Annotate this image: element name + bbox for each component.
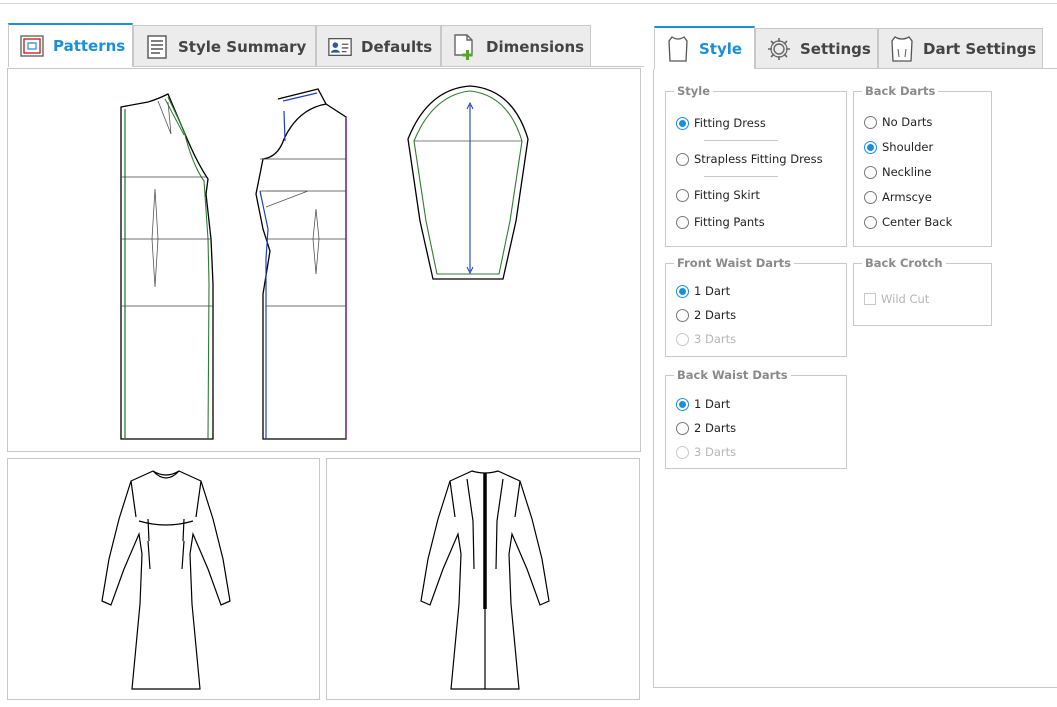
tab-style-summary[interactable]: Style Summary	[133, 25, 316, 67]
radio-button[interactable]	[676, 215, 689, 229]
radio-no-darts[interactable]: No Darts	[864, 115, 932, 129]
option-label: 3 Darts	[694, 332, 737, 346]
back-waist-darts-group: Back Waist Darts 1 Dart 2 Darts 3 Darts	[665, 368, 847, 469]
radio-neckline[interactable]: Neckline	[864, 165, 931, 179]
patterns-icon	[19, 33, 45, 59]
radio-button[interactable]	[676, 284, 689, 298]
gear-icon	[766, 36, 792, 62]
back-waist-darts-group-title: Back Waist Darts	[674, 368, 791, 382]
checkbox	[864, 293, 876, 305]
radio-front-1-dart[interactable]: 1 Dart	[676, 284, 730, 298]
back-view-panel[interactable]	[326, 458, 640, 700]
radio-button[interactable]	[864, 215, 877, 229]
radio-front-2-darts[interactable]: 2 Darts	[676, 308, 736, 322]
option-label: No Darts	[882, 115, 933, 129]
tab-label: Style	[699, 40, 743, 58]
radio-back-3-darts: 3 Darts	[676, 445, 736, 459]
user-card-icon	[327, 34, 353, 60]
radio-fitting-dress[interactable]: Fitting Dress	[676, 116, 766, 130]
tab-style[interactable]: Style	[654, 26, 755, 70]
option-label: Fitting Pants	[694, 215, 765, 229]
radio-button[interactable]	[676, 421, 689, 435]
radio-button[interactable]	[676, 397, 689, 411]
back-dress-sketch	[420, 470, 550, 690]
tab-label: Dimensions	[486, 37, 585, 56]
tab-label: Settings	[800, 40, 871, 58]
front-dress-sketch	[101, 470, 231, 690]
front-pattern-piece	[120, 93, 214, 440]
radio-strapless-fitting-dress[interactable]: Strapless Fitting Dress	[676, 152, 823, 166]
add-document-icon	[452, 33, 478, 60]
back-crotch-group-title: Back Crotch	[862, 256, 946, 270]
tab-label: Defaults	[361, 37, 433, 56]
radio-button[interactable]	[676, 116, 689, 130]
option-label: 1 Dart	[694, 397, 731, 411]
pattern-canvas[interactable]	[7, 68, 641, 452]
option-label: Fitting Dress	[694, 116, 766, 130]
tab-settings[interactable]: Settings	[755, 28, 878, 69]
top-divider	[0, 3, 1057, 4]
tab-label: Patterns	[53, 37, 126, 55]
radio-button[interactable]	[864, 140, 877, 154]
pattern-pieces	[120, 85, 529, 440]
radio-button[interactable]	[676, 308, 689, 322]
radio-button[interactable]	[864, 165, 877, 179]
shirt-icon	[665, 36, 691, 62]
option-label: Center Back	[882, 215, 953, 229]
radio-button[interactable]	[676, 188, 689, 202]
radio-button[interactable]	[864, 190, 877, 204]
tab-dart-settings[interactable]: Dart Settings	[878, 28, 1043, 69]
radio-back-1-dart[interactable]: 1 Dart	[676, 397, 730, 411]
option-label: Wild Cut	[881, 292, 930, 306]
back-darts-group-title: Back Darts	[862, 84, 939, 98]
radio-back-2-darts[interactable]: 2 Darts	[676, 421, 736, 435]
radio-center-back[interactable]: Center Back	[864, 215, 952, 229]
radio-button	[676, 445, 689, 459]
radio-front-3-darts: 3 Darts	[676, 332, 736, 346]
checkbox-wild-cut: Wild Cut	[864, 292, 929, 306]
option-label: Strapless Fitting Dress	[694, 152, 823, 166]
style-settings-panel: Style Fitting Dress Strapless Fitting Dr…	[653, 69, 1057, 688]
tab-defaults[interactable]: Defaults	[316, 25, 441, 67]
back-darts-group: Back Darts No Darts Shoulder Neckline Ar…	[853, 84, 992, 247]
radio-armscye[interactable]: Armscye	[864, 190, 932, 204]
tab-dimensions[interactable]: Dimensions	[441, 25, 591, 67]
back-pattern-piece	[255, 88, 347, 440]
tab-label: Dart Settings	[923, 40, 1037, 58]
radio-fitting-skirt[interactable]: Fitting Skirt	[676, 188, 760, 202]
document-icon	[144, 34, 170, 60]
front-waist-darts-group-title: Front Waist Darts	[674, 256, 795, 270]
style-group-title: Style	[674, 84, 714, 98]
separator	[704, 176, 778, 177]
style-group: Style Fitting Dress Strapless Fitting Dr…	[665, 84, 847, 247]
radio-shoulder[interactable]: Shoulder	[864, 140, 933, 154]
option-label: 2 Darts	[694, 421, 737, 435]
option-label: 1 Dart	[694, 284, 731, 298]
radio-button[interactable]	[864, 115, 877, 129]
radio-fitting-pants[interactable]: Fitting Pants	[676, 215, 765, 229]
separator	[704, 140, 778, 141]
option-label: Fitting Skirt	[694, 188, 760, 202]
tab-patterns[interactable]: Patterns	[8, 23, 133, 67]
front-view-panel[interactable]	[7, 458, 320, 700]
option-label: Armscye	[882, 190, 932, 204]
option-label: 2 Darts	[694, 308, 737, 322]
radio-button[interactable]	[676, 152, 689, 166]
front-waist-darts-group: Front Waist Darts 1 Dart 2 Darts 3 Darts	[665, 256, 847, 357]
back-crotch-group: Back Crotch Wild Cut	[853, 256, 992, 326]
option-label: Shoulder	[882, 140, 934, 154]
tab-label: Style Summary	[178, 37, 307, 56]
left-tab-strip-line	[133, 66, 644, 67]
option-label: 3 Darts	[694, 445, 737, 459]
radio-button	[676, 332, 689, 346]
option-label: Neckline	[882, 165, 932, 179]
sleeve-pattern-piece	[407, 85, 529, 280]
dart-shirt-icon	[889, 36, 915, 62]
